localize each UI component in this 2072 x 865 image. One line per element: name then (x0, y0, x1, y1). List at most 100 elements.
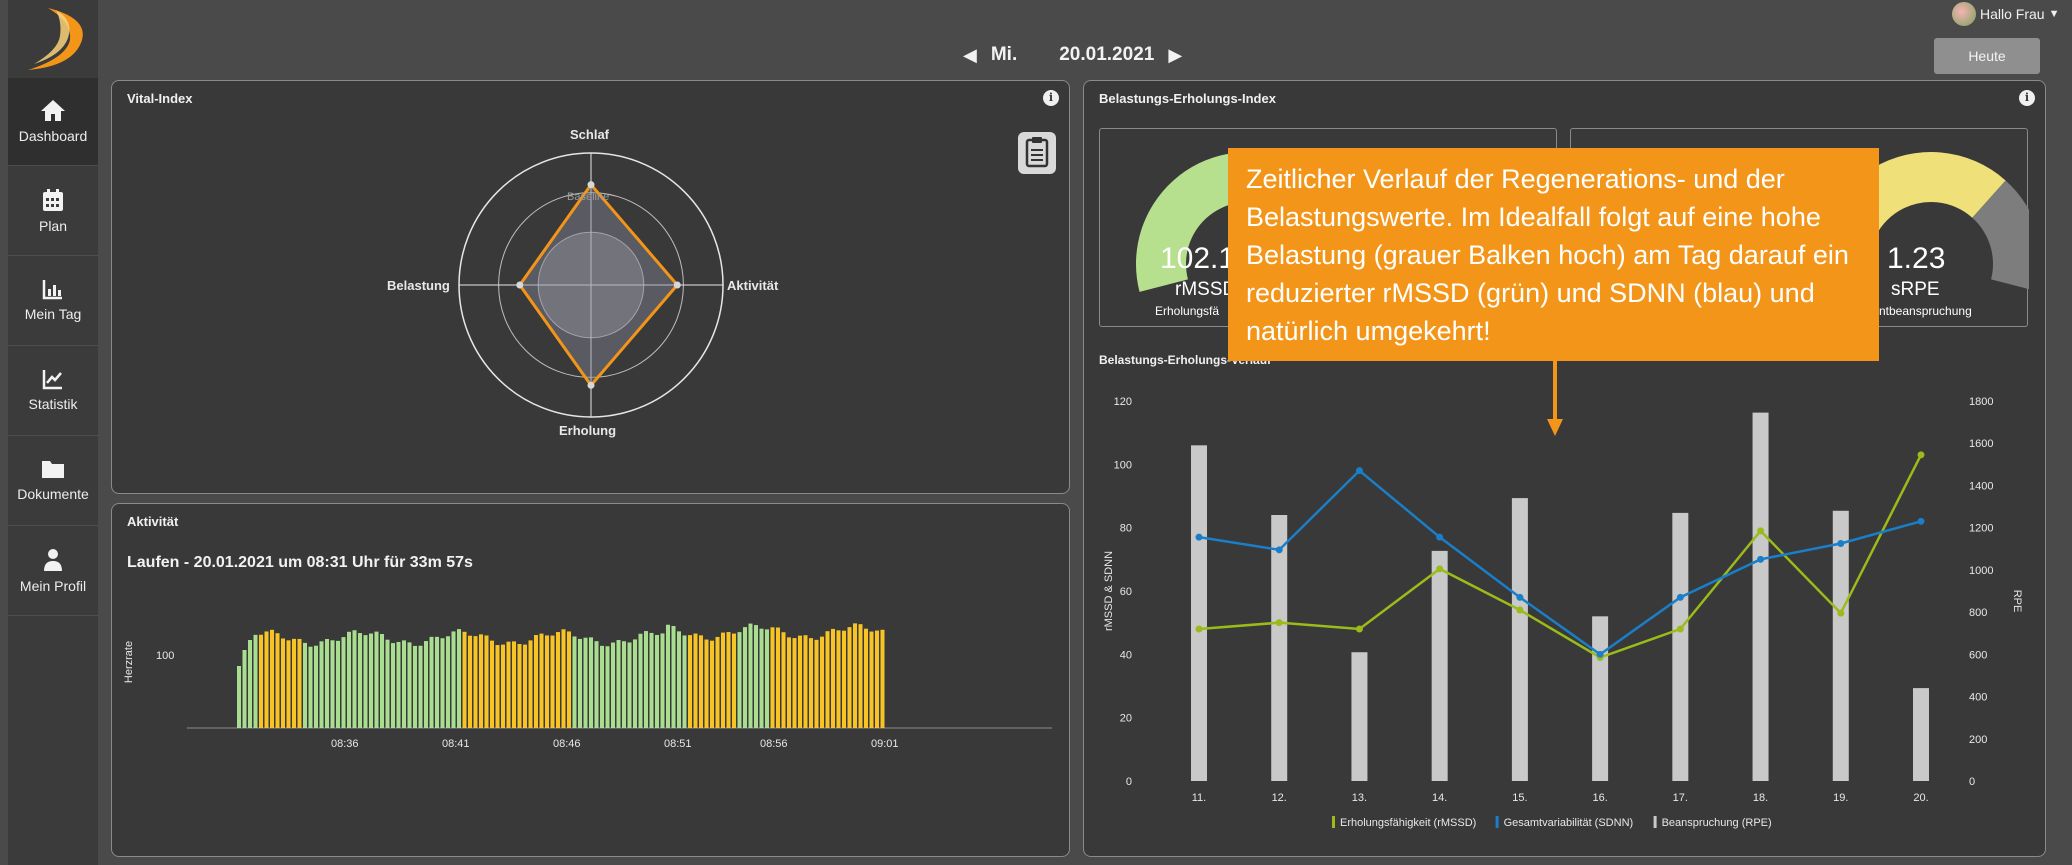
sidebar-item-mein-tag[interactable]: Mein Tag (8, 258, 98, 346)
sidebar-item-label: Dokumente (17, 486, 89, 502)
heart-rate-bar (253, 634, 258, 728)
y2-tick-label: 1400 (1969, 480, 1993, 492)
radar-axis-bottom-label: Erholung (559, 423, 617, 438)
heart-rate-bar (633, 639, 637, 728)
heart-rate-bar (611, 642, 615, 728)
heart-rate-chart (187, 623, 1052, 729)
heart-rate-bar (352, 630, 357, 728)
vital-index-panel: Vital-Index i Schlaf Aktivität Erholung … (111, 80, 1070, 494)
heart-rate-bar (583, 637, 588, 728)
series-point (1436, 565, 1444, 573)
heart-rate-bar (803, 635, 808, 728)
heart-rate-bar (270, 629, 274, 728)
heart-rate-bar (787, 637, 791, 728)
series-point (1757, 555, 1765, 563)
sidebar-item-label: Dashboard (18, 128, 88, 144)
today-button[interactable]: Heute (1934, 38, 2040, 74)
rpe-bar (1592, 616, 1609, 781)
heart-rate-bar (589, 637, 593, 728)
heart-rate-bar (259, 634, 263, 728)
sidebar-item-mein-profil[interactable]: Mein Profil (8, 528, 98, 616)
heart-rate-bar (671, 626, 676, 728)
x-tick-label: 13. (1352, 792, 1367, 804)
x-tick-label: 19. (1833, 792, 1848, 804)
y2-tick-label: 800 (1969, 607, 1987, 619)
heart-rate-bar (303, 642, 307, 728)
y2-axis-label: RPE (2011, 590, 2023, 613)
series-point (1516, 606, 1524, 614)
folder-icon (42, 461, 64, 478)
heart-rate-bar (622, 641, 626, 728)
sidebar-item-dashboard[interactable]: Dashboard (8, 78, 98, 166)
rpe-bar (1832, 510, 1849, 781)
heart-rate-bar (314, 645, 318, 728)
heart-rate-bar (820, 636, 824, 728)
sidebar-item-plan[interactable]: Plan (8, 168, 98, 256)
time-tick: 08:56 (760, 738, 788, 750)
heart-rate-bar (864, 628, 868, 728)
heart-rate-bar (798, 635, 802, 728)
line-chart-icon (42, 370, 62, 390)
heart-rate-bar (319, 641, 324, 728)
heart-rate-bar (776, 627, 780, 728)
heart-rate-bar (825, 631, 830, 728)
heart-rate-bar (451, 631, 456, 728)
user-menu[interactable]: Hallo Frau ▼ (1952, 2, 2059, 26)
heart-rate-bar (534, 635, 538, 728)
heart-rate-bar (770, 627, 775, 728)
heart-rate-bar (737, 632, 742, 728)
annotation-callout: Zeitlicher Verlauf der Regenerations- un… (1228, 148, 1879, 361)
sidebar-item-dokumente[interactable]: Dokumente (8, 438, 98, 526)
heart-rate-bar (627, 642, 632, 728)
activity-panel: Aktivität Laufen - 20.01.2021 um 08:31 U… (111, 503, 1070, 857)
avatar (1952, 2, 1976, 26)
heart-rate-bar (550, 635, 555, 728)
sidebar-item-label: Mein Tag (24, 306, 82, 322)
heart-rate-bar (462, 631, 467, 728)
radar-axis-left-label: Belastung (387, 278, 450, 293)
y2-tick-label: 400 (1969, 692, 1987, 704)
y-axis-label: rMSSD & SDNN (1103, 551, 1115, 631)
heart-rate-bar (875, 630, 879, 728)
radar-axis-right-label: Aktivität (727, 278, 779, 293)
heart-rate-bar (666, 624, 670, 728)
heart-rate-bar (616, 640, 621, 728)
heart-rate-bar (545, 635, 549, 728)
sidebar-item-statistik[interactable]: Statistik (8, 348, 98, 436)
heart-rate-bar (754, 625, 758, 728)
y2-tick-label: 0 (1969, 776, 1975, 788)
heart-rate-bar (308, 646, 313, 728)
y-tick-label: 0 (1126, 776, 1132, 788)
heart-rate-bar (336, 640, 340, 728)
series-point (1275, 546, 1283, 554)
app-window: Dashboard Plan Mein Tag Statistik Dokume… (0, 0, 2072, 865)
next-day-icon[interactable]: ▶ (1168, 45, 1182, 66)
heart-rate-bar (506, 641, 511, 728)
series-point (1355, 467, 1363, 475)
date-label: 20.01.2021 (1059, 44, 1155, 65)
heart-rate-bar (677, 631, 681, 728)
series-point (1837, 540, 1845, 547)
radar-point (587, 181, 595, 189)
time-tick: 08:51 (664, 738, 692, 750)
heart-rate-bar (402, 640, 406, 728)
series-point (1275, 619, 1283, 627)
rpe-bar (1511, 498, 1528, 781)
heart-rate-bar (528, 640, 533, 728)
rpe-bar (1271, 515, 1288, 781)
prev-day-icon[interactable]: ◀ (963, 45, 977, 66)
sidebar-item-label: Plan (38, 218, 68, 234)
heart-rate-bar (264, 631, 269, 728)
heart-rate-bar (649, 632, 654, 728)
y2-tick-label: 600 (1969, 649, 1987, 661)
heart-rate-bar (473, 636, 478, 728)
callout-arrow (1547, 361, 1563, 436)
legend-swatch (1653, 816, 1657, 828)
heart-rate-bar (407, 642, 412, 728)
heart-rate-bar (743, 627, 747, 728)
heart-rate-bar (836, 630, 841, 728)
heart-rate-bar (495, 645, 500, 728)
y2-tick-label: 1200 (1969, 523, 1993, 535)
heart-rate-bar (655, 634, 659, 728)
heart-rate-bar (660, 633, 665, 728)
